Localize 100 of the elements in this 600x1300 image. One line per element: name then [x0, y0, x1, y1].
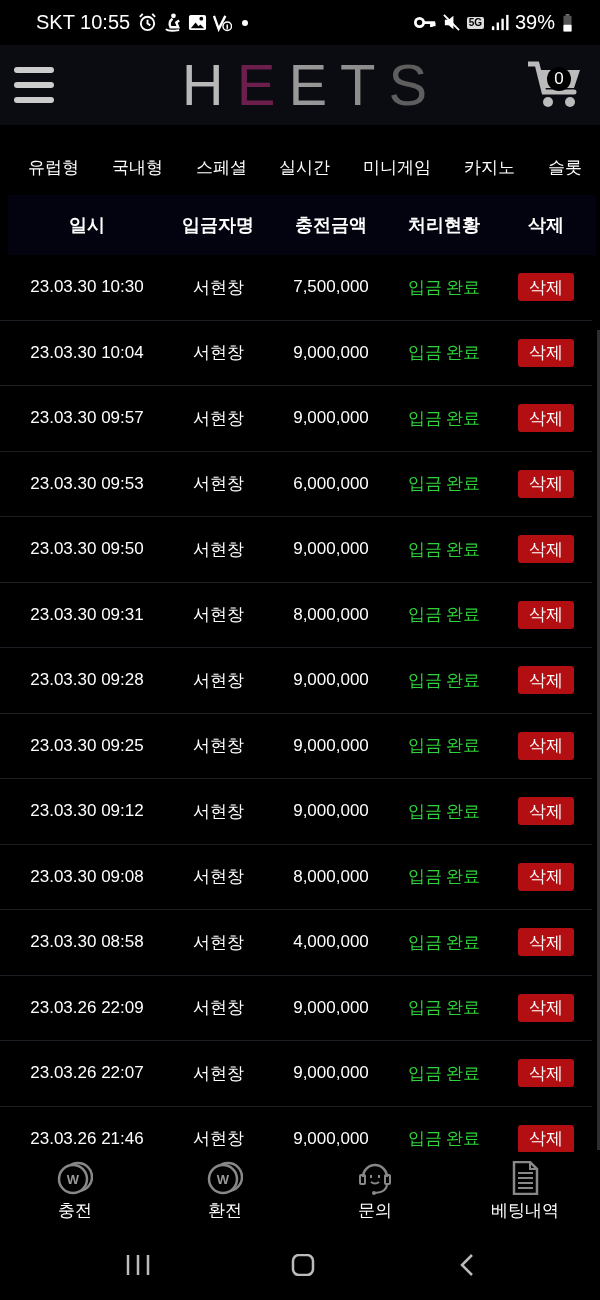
delete-button[interactable]: 삭제 — [518, 273, 574, 302]
depositor-cell-text: 서현창 — [191, 538, 245, 561]
date-cell-text: 23.03.30 09:08 — [29, 866, 145, 887]
date-cell-text: 23.03.30 09:50 — [29, 539, 145, 560]
delete-button[interactable]: 삭제 — [518, 338, 574, 367]
bottom-nav-item[interactable]: 문의 — [300, 1152, 450, 1230]
figure-icon — [163, 13, 183, 32]
amount-cell-text: 9,000,000 — [292, 1063, 370, 1084]
depositor-cell-text: 서현창 — [191, 997, 245, 1020]
amount-cell-text: 9,000,000 — [292, 1128, 370, 1149]
depositor-cell-text: 서현창 — [191, 800, 245, 823]
category-tab[interactable]: 슬롯 — [541, 151, 588, 183]
signal-icon — [489, 13, 509, 32]
column-header: 입금자명 — [166, 195, 270, 255]
delete-button[interactable]: 삭제 — [518, 469, 574, 498]
bottom-nav-item[interactable]: 베팅내역 — [450, 1152, 600, 1230]
image-icon — [188, 13, 208, 32]
delete-button[interactable]: 삭제 — [518, 993, 574, 1022]
status-cell-text: 입금 완료 — [406, 735, 482, 758]
amount-cell-text: 8,000,000 — [292, 604, 370, 625]
date-cell-text: 23.03.30 08:58 — [29, 932, 145, 953]
status-cell-text: 입금 완료 — [406, 407, 482, 430]
amount-cell-text: 9,000,000 — [292, 997, 370, 1018]
amount-cell-text: 7,500,000 — [292, 277, 370, 298]
status-cell-text: 입금 완료 — [406, 1128, 482, 1151]
depositor-cell-text: 서현창 — [191, 407, 245, 430]
status-cell-text: 입금 완료 — [406, 342, 482, 365]
delete-button[interactable]: 삭제 — [518, 862, 574, 891]
category-tab[interactable]: 국내형 — [105, 151, 169, 183]
battery-percent: 39% — [514, 11, 555, 34]
mute-icon — [441, 13, 461, 32]
delete-button[interactable]: 삭제 — [518, 404, 574, 433]
status-cell-text: 입금 완료 — [406, 669, 482, 692]
battery-icon — [563, 13, 572, 32]
dot-icon — [242, 19, 249, 26]
bottom-nav-item[interactable]: W 환전 — [150, 1152, 300, 1230]
depositor-cell-text: 서현창 — [191, 604, 245, 627]
amount-cell-text: 4,000,000 — [292, 932, 370, 953]
alarm-clock-icon — [138, 13, 158, 32]
category-tab[interactable]: 유럽형 — [22, 151, 85, 183]
column-header: 처리현황 — [392, 195, 496, 255]
amount-cell-text: 9,000,000 — [292, 670, 370, 691]
date-cell-text: 23.03.30 09:28 — [29, 670, 145, 691]
delete-button[interactable]: 삭제 — [518, 1059, 574, 1088]
cart-count-badge: 0 — [547, 67, 571, 91]
date-cell-text: 23.03.30 09:31 — [29, 604, 145, 625]
delete-button[interactable]: 삭제 — [518, 797, 574, 826]
status-cell-text: 입금 완료 — [406, 604, 482, 627]
depositor-cell-text: 서현창 — [191, 1128, 245, 1151]
delete-button[interactable]: 삭제 — [518, 600, 574, 629]
depositor-cell-text: 서현창 — [191, 931, 245, 954]
menu-icon[interactable] — [14, 67, 54, 103]
network-type-icon: 5G — [466, 16, 484, 29]
status-cell-text: 입금 완료 — [406, 931, 482, 954]
delete-button[interactable]: 삭제 — [518, 666, 574, 695]
date-cell-text: 23.03.30 09:25 — [29, 735, 145, 756]
column-header: 충전금액 — [270, 195, 392, 255]
category-tab[interactable]: 미니게임 — [357, 151, 438, 183]
home-icon[interactable] — [289, 1254, 316, 1276]
date-cell-text: 23.03.30 09:53 — [29, 473, 145, 494]
category-tab[interactable]: 실시간 — [273, 151, 337, 183]
amount-cell-text: 9,000,000 — [292, 735, 370, 756]
depositor-cell-text: 서현창 — [191, 669, 245, 692]
v-badge-icon — [213, 13, 233, 32]
amount-cell-text: 9,000,000 — [292, 801, 370, 822]
status-cell-text: 입금 완료 — [406, 997, 482, 1020]
status-cell-text: 입금 완료 — [406, 800, 482, 823]
delete-button[interactable]: 삭제 — [518, 928, 574, 957]
category-tab[interactable]: 카지노 — [458, 151, 522, 183]
status-cell-text: 입금 완료 — [406, 538, 482, 561]
date-cell-text: 23.03.30 10:30 — [29, 277, 145, 298]
status-time: SKT 10:55 — [36, 11, 131, 34]
date-cell-text: 23.03.26 22:09 — [29, 997, 145, 1018]
delete-button[interactable]: 삭제 — [518, 731, 574, 760]
status-cell-text: 입금 완료 — [406, 473, 482, 496]
amount-cell-text: 9,000,000 — [292, 408, 370, 429]
category-tab[interactable]: 스페셜 — [189, 151, 253, 183]
amount-cell-text: 9,000,000 — [292, 342, 370, 363]
delete-button[interactable]: 삭제 — [518, 1124, 574, 1152]
amount-cell-text: 9,000,000 — [292, 539, 370, 560]
status-cell-text: 입금 완료 — [406, 276, 482, 299]
depositor-cell-text: 서현창 — [191, 866, 245, 889]
date-cell-text: 23.03.30 10:04 — [29, 342, 145, 363]
amount-cell-text: 6,000,000 — [292, 473, 370, 494]
delete-button[interactable]: 삭제 — [518, 535, 574, 564]
column-header: 삭제 — [496, 195, 596, 255]
depositor-cell-text: 서현창 — [191, 1062, 245, 1085]
key-icon — [413, 16, 436, 29]
bottom-nav-item[interactable]: W 충전 — [0, 1152, 150, 1230]
depositor-cell-text: 서현창 — [191, 342, 245, 365]
recent-apps-icon[interactable] — [124, 1254, 151, 1276]
status-cell-text: 입금 완료 — [406, 866, 482, 889]
amount-cell-text: 8,000,000 — [292, 866, 370, 887]
depositor-cell-text: 서현창 — [191, 735, 245, 758]
date-cell-text: 23.03.26 22:07 — [29, 1063, 145, 1084]
date-cell-text: 23.03.26 21:46 — [29, 1128, 145, 1149]
column-header: 일시 — [8, 195, 166, 255]
depositor-cell-text: 서현창 — [191, 473, 245, 496]
date-cell-text: 23.03.30 09:57 — [29, 408, 145, 429]
depositor-cell-text: 서현창 — [191, 276, 245, 299]
